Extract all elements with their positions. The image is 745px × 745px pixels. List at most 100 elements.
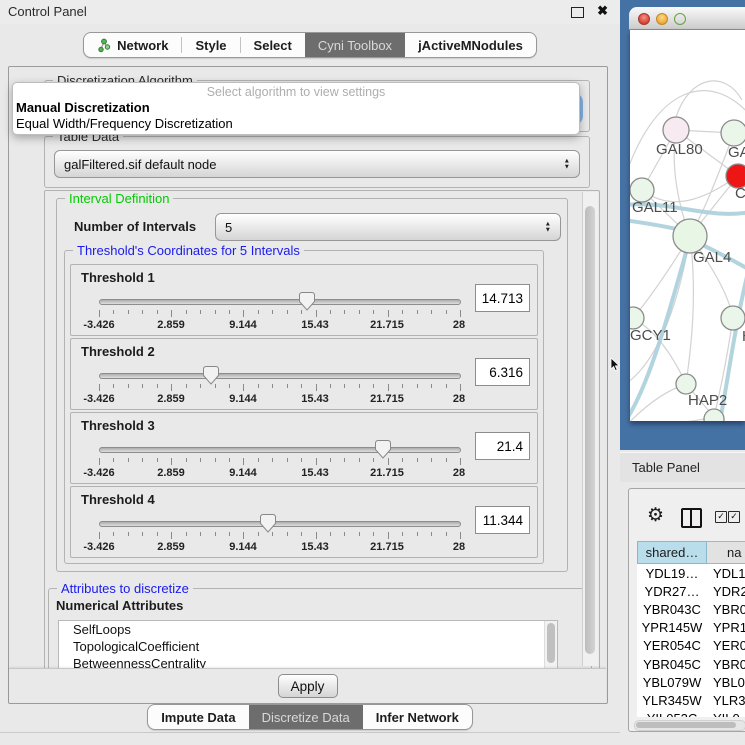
close-icon[interactable]: ✖ xyxy=(597,3,608,19)
cell-shared-name[interactable]: YER054C xyxy=(637,638,707,653)
threshold-3-value[interactable]: 21.4 xyxy=(475,432,530,460)
dropdown-option-equal-width-frequency[interactable]: Equal Width/Frequency Discretization xyxy=(15,116,577,131)
scrollbar-thumb[interactable] xyxy=(547,623,555,663)
cell-name[interactable]: YBL0 xyxy=(707,675,745,690)
tab-jactivemnodules[interactable]: jActiveMNodules xyxy=(405,33,536,57)
network-node-h[interactable] xyxy=(721,306,745,330)
cell-name[interactable]: YLR3 xyxy=(707,693,745,708)
section-title: Interval Definition xyxy=(65,191,173,206)
table-header-row: shared… na xyxy=(637,541,745,564)
tab-select[interactable]: Select xyxy=(241,33,305,57)
cell-shared-name[interactable]: YBL079W xyxy=(637,675,707,690)
cell-name[interactable]: YIL0 xyxy=(707,711,740,717)
network-window-titlebar[interactable] xyxy=(629,7,745,30)
num-intervals-combobox[interactable]: 5 ▲▼ xyxy=(215,213,561,241)
slider-thumb[interactable] xyxy=(260,514,276,533)
table-body[interactable]: YDL19…YDL1YDR27…YDR2YBR043CYBR0YPR145WYP… xyxy=(637,564,745,717)
slider-track[interactable] xyxy=(99,373,461,379)
threshold-3-slider[interactable]: -3.4262.8599.14415.4321.71528 xyxy=(99,439,459,479)
slider-track[interactable] xyxy=(99,447,461,453)
network-node-hap2[interactable] xyxy=(676,374,696,394)
table-row[interactable]: YDL19…YDL1 xyxy=(637,564,745,582)
section-title: Threshold's Coordinates for 5 Intervals xyxy=(73,243,304,258)
tab-impute-data[interactable]: Impute Data xyxy=(148,705,248,729)
close-traffic-light[interactable] xyxy=(638,13,650,25)
table-row[interactable]: YBR045CYBR0 xyxy=(637,655,745,673)
tab-infer-network[interactable]: Infer Network xyxy=(363,705,472,729)
threshold-1-slider[interactable]: -3.4262.8599.14415.4321.71528 xyxy=(99,291,459,331)
table-row[interactable]: YBR043CYBR0 xyxy=(637,600,745,618)
num-intervals-label: Number of Intervals xyxy=(74,219,196,234)
slider-tick-labels: -3.4262.8599.14415.4321.71528 xyxy=(99,319,459,331)
tab-network[interactable]: Network xyxy=(84,33,181,57)
table-row[interactable]: YLR345WYLR3 xyxy=(637,691,745,709)
table-row[interactable]: YDR27…YDR2 xyxy=(637,582,745,600)
list-scrollbar[interactable] xyxy=(544,621,557,669)
cell-name[interactable]: YBR0 xyxy=(707,602,745,617)
cell-shared-name[interactable]: YPR145W xyxy=(637,620,707,635)
column-header-shared-name[interactable]: shared… xyxy=(637,541,707,564)
tab-discretize-data[interactable]: Discretize Data xyxy=(249,705,363,729)
threshold-1-value[interactable]: 14.713 xyxy=(475,284,530,312)
threshold-4-slider[interactable]: -3.4262.8599.14415.4321.71528 xyxy=(99,513,459,553)
vertical-scrollbar[interactable] xyxy=(582,192,598,666)
slider-track[interactable] xyxy=(99,299,461,305)
tab-style[interactable]: Style xyxy=(182,33,239,57)
apply-button[interactable]: Apply xyxy=(278,674,338,698)
zoom-traffic-light[interactable] xyxy=(674,13,686,25)
slider-tick-labels: -3.4262.8599.14415.4321.71528 xyxy=(99,467,459,479)
numerical-attributes-list[interactable]: SelfLoopsTopologicalCoefficientBetweenne… xyxy=(58,620,558,670)
cell-shared-name[interactable]: YDL19… xyxy=(637,566,707,581)
threshold-2-slider[interactable]: -3.4262.8599.14415.4321.71528 xyxy=(99,365,459,405)
network-node-ga[interactable] xyxy=(721,120,745,146)
stepper-arrows-icon: ▲▼ xyxy=(564,159,570,170)
scrollbar-thumb[interactable] xyxy=(636,722,736,728)
minimize-traffic-light[interactable] xyxy=(656,13,668,25)
attribute-list-item[interactable]: TopologicalCoefficient xyxy=(59,638,557,655)
cell-shared-name[interactable]: YIL052C xyxy=(637,711,707,717)
table-row[interactable]: YPR145WYPR1 xyxy=(637,619,745,637)
control-panel-title: Control Panel xyxy=(8,4,87,19)
slider-ticks xyxy=(99,458,460,466)
table-data-combobox[interactable]: galFiltered.sif default node ▲▼ xyxy=(54,150,580,178)
tab-cyni-toolbox[interactable]: Cyni Toolbox xyxy=(305,33,405,57)
scrollbar-thumb[interactable] xyxy=(585,206,595,654)
network-graph[interactable]: GAL80GACGAL11GAL4GCY1HHAP2 xyxy=(630,30,745,421)
table-row[interactable]: YER054CYER0 xyxy=(637,637,745,655)
network-window-frame: GAL80GACGAL11GAL4GCY1HHAP2 xyxy=(620,0,745,450)
cell-name[interactable]: YBR0 xyxy=(707,657,745,672)
network-view-canvas[interactable]: GAL80GACGAL11GAL4GCY1HHAP2 xyxy=(630,30,745,421)
checkbox-icon[interactable]: ✓ xyxy=(715,511,727,523)
slider-thumb[interactable] xyxy=(375,440,391,459)
slider-thumb[interactable] xyxy=(299,292,315,311)
cell-name[interactable]: YDR2 xyxy=(707,584,745,599)
attribute-list-item[interactable]: SelfLoops xyxy=(59,621,557,638)
slider-tick-labels: -3.4262.8599.14415.4321.71528 xyxy=(99,393,459,405)
columns-icon[interactable] xyxy=(681,508,702,528)
cell-shared-name[interactable]: YBR045C xyxy=(637,657,707,672)
slider-track[interactable] xyxy=(99,521,461,527)
network-node-gal80[interactable] xyxy=(663,117,689,143)
network-node-gal4[interactable] xyxy=(673,219,707,253)
cell-name[interactable]: YER0 xyxy=(707,638,745,653)
float-window-icon[interactable] xyxy=(571,7,584,18)
cell-shared-name[interactable]: YDR27… xyxy=(637,584,707,599)
node-label: C xyxy=(735,185,745,202)
gear-icon[interactable]: ⚙ xyxy=(647,504,664,527)
horizontal-scrollbar[interactable] xyxy=(634,720,745,731)
dropdown-option-manual-discretization[interactable]: Manual Discretization xyxy=(15,100,577,115)
cell-name[interactable]: YPR1 xyxy=(707,620,745,635)
cell-shared-name[interactable]: YLR345W xyxy=(637,693,707,708)
threshold-4-value[interactable]: 11.344 xyxy=(475,506,530,534)
network-node-gcy1[interactable] xyxy=(630,307,644,329)
table-row[interactable]: YBL079WYBL0 xyxy=(637,673,745,691)
cell-name[interactable]: YDL1 xyxy=(707,566,745,581)
section-title: Attributes to discretize xyxy=(57,581,193,596)
checkbox-icon[interactable]: ✓ xyxy=(728,511,740,523)
column-header-name[interactable]: na xyxy=(707,541,745,564)
cell-shared-name[interactable]: YBR043C xyxy=(637,602,707,617)
threshold-2-value[interactable]: 6.316 xyxy=(475,358,530,386)
mouse-cursor xyxy=(610,358,622,372)
table-row[interactable]: YIL052CYIL0 xyxy=(637,710,745,718)
slider-thumb[interactable] xyxy=(203,366,219,385)
